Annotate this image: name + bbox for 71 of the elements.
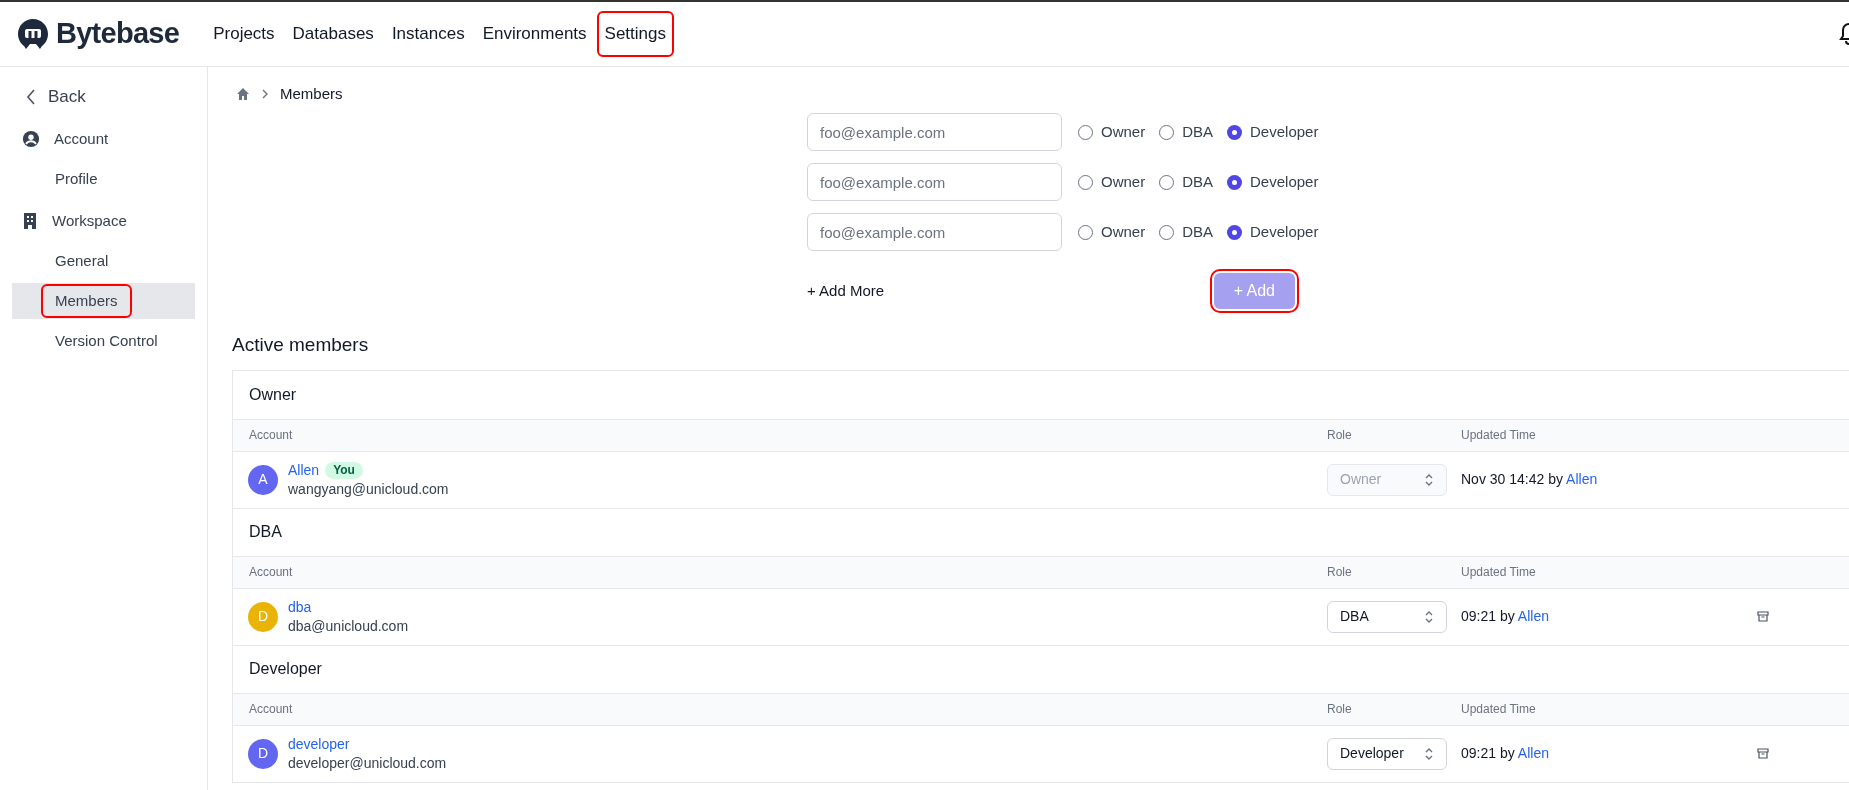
sidebar-item-label: Members — [43, 285, 130, 317]
you-badge: You — [325, 461, 363, 479]
column-header: Role — [1327, 701, 1353, 718]
home-icon[interactable] — [236, 87, 250, 101]
member-email: developer@unicloud.com — [288, 753, 447, 773]
sidebar-item[interactable]: General — [12, 243, 195, 279]
updated-time: Nov 30 14:42 by Allen — [1461, 470, 1599, 489]
logo-icon — [16, 17, 50, 51]
avatar: A — [248, 464, 278, 495]
sidebar-item-label: Profile — [54, 168, 99, 189]
nav-link[interactable]: Environments — [476, 13, 593, 55]
sidebar-item[interactable]: Members — [12, 283, 195, 319]
sidebar-section-label: Account — [54, 128, 109, 149]
group-title: DBA — [249, 522, 282, 542]
back-link[interactable]: Back — [12, 79, 195, 115]
nav-link[interactable]: Databases — [286, 13, 380, 55]
avatar: D — [248, 738, 278, 769]
chevron-updown-icon — [1424, 746, 1434, 761]
avatar: D — [248, 601, 278, 632]
role-select[interactable]: Developer — [1327, 737, 1447, 770]
role-radio[interactable]: Owner — [1078, 120, 1146, 144]
nav-link[interactable]: Settings — [598, 13, 672, 55]
column-header: Updated Time — [1461, 427, 1536, 444]
building-icon — [22, 212, 38, 230]
breadcrumb-current: Members — [280, 83, 343, 104]
chevron-left-icon — [26, 89, 36, 105]
updated-time: 09:21 by Allen — [1461, 744, 1550, 763]
group-title: Owner — [249, 384, 297, 405]
member-email: dba@unicloud.com — [288, 616, 409, 636]
email-input[interactable]: foo@example.com — [807, 213, 1062, 251]
column-header: Updated Time — [1461, 701, 1536, 718]
member-name-link[interactable]: dba — [288, 597, 312, 617]
section-title: Active members — [232, 333, 370, 357]
role-radio[interactable]: DBA — [1159, 120, 1214, 144]
sidebar-item[interactable]: Profile — [12, 161, 195, 197]
group-title: Developer — [249, 659, 322, 679]
nav-link[interactable]: Projects — [207, 13, 281, 55]
column-header: Account — [248, 564, 294, 581]
sidebar-item[interactable]: Version Control — [12, 323, 195, 359]
user-circle-icon — [22, 130, 40, 148]
role-radio[interactable]: Developer — [1227, 220, 1319, 244]
archive-icon[interactable] — [1757, 611, 1769, 622]
column-header: Role — [1327, 427, 1353, 444]
column-header: Role — [1327, 564, 1353, 581]
user-link[interactable]: Allen — [1517, 745, 1549, 761]
column-header: Account — [248, 701, 294, 718]
role-radio[interactable]: Developer — [1227, 120, 1319, 144]
column-header: Updated Time — [1461, 564, 1536, 581]
role-radio[interactable]: DBA — [1159, 220, 1214, 244]
brand-name: Bytebase — [56, 16, 180, 52]
nav-link[interactable]: Instances — [385, 13, 471, 55]
chevron-updown-icon — [1424, 609, 1434, 624]
add-more-link[interactable]: + Add More — [807, 279, 885, 303]
member-email: wangyang@unicloud.com — [288, 479, 449, 499]
archive-icon[interactable] — [1757, 748, 1769, 759]
user-link[interactable]: Allen — [1517, 608, 1549, 624]
role-radio[interactable]: Developer — [1227, 170, 1319, 194]
role-select[interactable]: DBA — [1327, 600, 1447, 633]
column-header: Account — [248, 427, 294, 444]
member-name-link[interactable]: developer — [288, 734, 350, 754]
chevron-right-icon — [262, 89, 268, 99]
role-radio[interactable]: DBA — [1159, 170, 1214, 194]
sidebar-item-label: Version Control — [54, 330, 159, 351]
sidebar-item-label: General — [54, 250, 110, 271]
updated-time: 09:21 by Allen — [1461, 607, 1550, 626]
chevron-updown-icon — [1424, 472, 1434, 487]
role-radio[interactable]: Owner — [1078, 170, 1146, 194]
email-input[interactable]: foo@example.com — [807, 113, 1062, 151]
sidebar-section-label: Workspace — [52, 210, 127, 231]
role-radio[interactable]: Owner — [1078, 220, 1146, 244]
email-input[interactable]: foo@example.com — [807, 163, 1062, 201]
